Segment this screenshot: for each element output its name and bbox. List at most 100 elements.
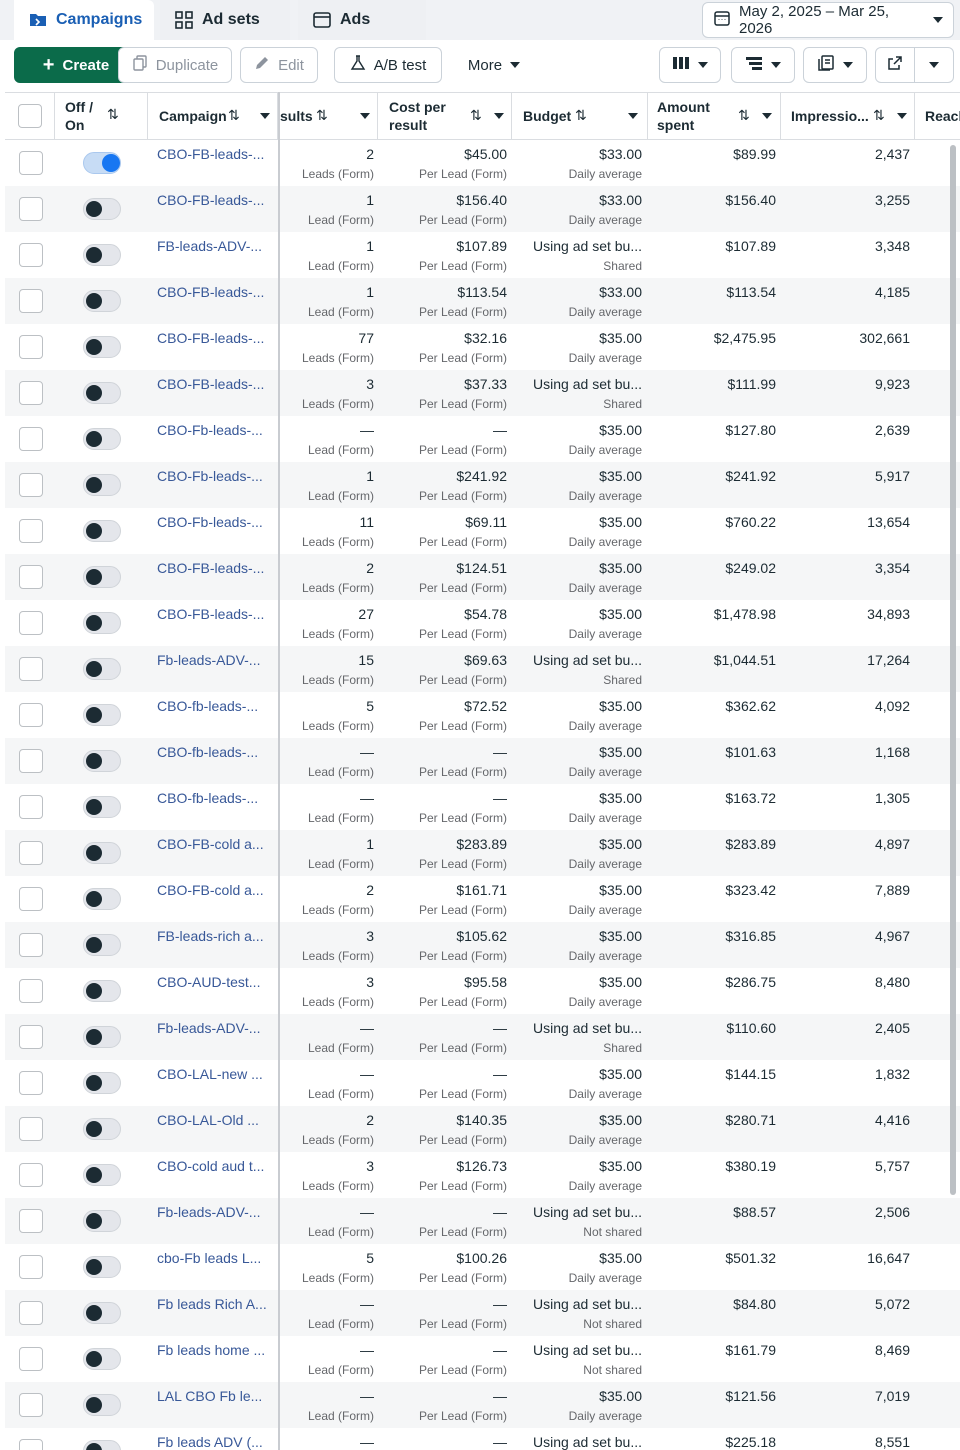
campaign-name-link[interactable]: CBO-FB-cold a...	[157, 882, 264, 898]
row-checkbox[interactable]	[19, 657, 43, 681]
table-row[interactable]: CBO-FB-leads-... 27 Leads (Form) $54.78 Per …	[5, 600, 960, 646]
table-row[interactable]: CBO-FB-leads-... 2 Leads (Form) $124.51 Per …	[5, 554, 960, 600]
campaign-name-link[interactable]: CBO-FB-leads-...	[157, 146, 264, 162]
table-row[interactable]: CBO-fb-leads-... — Lead (Form) — Per Lead (F…	[5, 738, 960, 784]
row-checkbox[interactable]	[19, 243, 43, 267]
table-row[interactable]: FB-leads-rich a... 3 Leads (Form) $105.62 Pe…	[5, 922, 960, 968]
chevron-down-icon[interactable]	[628, 113, 638, 119]
table-row[interactable]: CBO-Fb-leads-... 1 Lead (Form) $241.92 Per L…	[5, 462, 960, 508]
campaign-name-link[interactable]: Fb-leads-ADV-...	[157, 652, 260, 668]
table-row[interactable]: CBO-FB-leads-... 77 Leads (Form) $32.16 Per …	[5, 324, 960, 370]
table-row[interactable]: Fb leads home ... — Lead (Form) — Per Lead (…	[5, 1336, 960, 1382]
campaign-toggle[interactable]	[83, 1026, 121, 1048]
row-checkbox[interactable]	[19, 1255, 43, 1279]
campaign-name-link[interactable]: CBO-FB-cold a...	[157, 836, 264, 852]
campaign-toggle[interactable]	[83, 474, 121, 496]
campaign-name-link[interactable]: Fb leads home ...	[157, 1342, 265, 1358]
vertical-scrollbar[interactable]	[950, 145, 956, 1195]
edit-button[interactable]: Edit	[240, 47, 318, 83]
table-row[interactable]: LAL CBO Fb le... — Lead (Form) — Per Lead (F…	[5, 1382, 960, 1428]
header-impressions[interactable]: Impressio... ⇅	[781, 93, 915, 139]
header-cost-per-result[interactable]: Cost per result ⇅	[378, 93, 512, 139]
table-row[interactable]: Fb leads ADV (...—Lead (Form)—Per Lead (…	[5, 1428, 960, 1450]
campaign-name-link[interactable]: CBO-Fb-leads-...	[157, 422, 263, 438]
row-checkbox[interactable]	[19, 197, 43, 221]
table-row[interactable]: Fb-leads-ADV-... 15 Leads (Form) $69.63 Per …	[5, 646, 960, 692]
campaign-toggle[interactable]	[83, 198, 121, 220]
campaign-name-link[interactable]: Fb-leads-ADV-...	[157, 1020, 260, 1036]
columns-button[interactable]	[659, 47, 721, 83]
campaign-name-link[interactable]: CBO-fb-leads-...	[157, 790, 258, 806]
campaign-toggle[interactable]	[83, 152, 121, 174]
campaign-name-link[interactable]: CBO-cold aud t...	[157, 1158, 264, 1174]
row-checkbox[interactable]	[19, 381, 43, 405]
row-checkbox[interactable]	[19, 427, 43, 451]
campaign-toggle[interactable]	[83, 1302, 121, 1324]
campaign-name-link[interactable]: CBO-LAL-new ...	[157, 1066, 263, 1082]
header-reach[interactable]: Reacl	[915, 93, 960, 139]
campaign-toggle[interactable]	[83, 244, 121, 266]
campaign-toggle[interactable]	[83, 658, 121, 680]
export-dropdown-button[interactable]	[914, 47, 954, 83]
chevron-down-icon[interactable]	[360, 113, 370, 119]
table-row[interactable]: CBO-fb-leads-... — Lead (Form) — Per Lead (F…	[5, 784, 960, 830]
table-row[interactable]: CBO-FB-leads-... 1 Lead (Form) $113.54 Per L…	[5, 278, 960, 324]
header-amount-spent[interactable]: Amount spent ⇅	[648, 93, 781, 139]
row-checkbox[interactable]	[19, 979, 43, 1003]
tab-campaigns[interactable]: Campaigns	[14, 0, 154, 40]
campaign-name-link[interactable]: CBO-Fb-leads-...	[157, 514, 263, 530]
more-button[interactable]: More	[452, 47, 536, 83]
campaign-name-link[interactable]: CBO-fb-leads-...	[157, 698, 258, 714]
table-row[interactable]: cbo-Fb leads L... 5 Leads (Form) $100.26 Per…	[5, 1244, 960, 1290]
campaign-toggle[interactable]	[83, 1256, 121, 1278]
tab-ads[interactable]: Ads	[298, 0, 426, 40]
sort-icon[interactable]: ⇅	[470, 107, 482, 124]
row-checkbox[interactable]	[19, 1301, 43, 1325]
sort-icon[interactable]: ⇅	[738, 107, 750, 124]
campaign-name-link[interactable]: CBO-AUD-test...	[157, 974, 260, 990]
table-row[interactable]: CBO-LAL-new ... — Lead (Form) — Per Lead (Fo…	[5, 1060, 960, 1106]
campaign-name-link[interactable]: CBO-LAL-Old ...	[157, 1112, 259, 1128]
campaign-toggle[interactable]	[83, 612, 121, 634]
campaign-name-link[interactable]: Fb leads Rich A...	[157, 1296, 267, 1312]
campaign-name-link[interactable]: CBO-FB-leads-...	[157, 376, 264, 392]
table-row[interactable]: FB-leads-ADV-... 1 Lead (Form) $107.89 Per L…	[5, 232, 960, 278]
campaign-toggle[interactable]	[83, 1072, 121, 1094]
row-checkbox[interactable]	[19, 887, 43, 911]
row-checkbox[interactable]	[19, 1071, 43, 1095]
campaign-name-link[interactable]: CBO-Fb-leads-...	[157, 468, 263, 484]
campaign-toggle[interactable]	[83, 1210, 121, 1232]
row-checkbox[interactable]	[19, 473, 43, 497]
chevron-down-icon[interactable]	[494, 113, 504, 119]
table-row[interactable]: CBO-fb-leads-... 5 Leads (Form) $72.52 Per L…	[5, 692, 960, 738]
row-checkbox[interactable]	[19, 795, 43, 819]
row-checkbox[interactable]	[19, 519, 43, 543]
table-row[interactable]: CBO-LAL-Old ... 2 Leads (Form) $140.35 Per L…	[5, 1106, 960, 1152]
campaign-toggle[interactable]	[83, 796, 121, 818]
chevron-down-icon[interactable]	[762, 113, 772, 119]
select-all-checkbox[interactable]	[18, 104, 42, 128]
sort-icon[interactable]: ⇅	[316, 107, 328, 124]
campaign-toggle[interactable]	[83, 520, 121, 542]
campaign-toggle[interactable]	[83, 382, 121, 404]
campaign-toggle[interactable]	[83, 1394, 121, 1416]
row-checkbox[interactable]	[19, 335, 43, 359]
campaign-name-link[interactable]: CBO-FB-leads-...	[157, 192, 264, 208]
campaign-toggle[interactable]	[83, 888, 121, 910]
row-checkbox[interactable]	[19, 1439, 43, 1450]
campaign-name-link[interactable]: CBO-fb-leads-...	[157, 744, 258, 760]
chevron-down-icon[interactable]	[260, 113, 270, 119]
sort-icon[interactable]: ⇅	[107, 106, 119, 123]
campaign-name-link[interactable]: FB-leads-rich a...	[157, 928, 264, 944]
tab-ad-sets[interactable]: Ad sets	[160, 0, 290, 40]
row-checkbox[interactable]	[19, 1025, 43, 1049]
table-row[interactable]: CBO-FB-leads-... 2 Leads (Form) $45.00 Per L…	[5, 140, 960, 186]
table-row[interactable]: CBO-FB-leads-... 1 Lead (Form) $156.40 Per L…	[5, 186, 960, 232]
sort-icon[interactable]: ⇅	[575, 107, 587, 124]
table-row[interactable]: Fb-leads-ADV-... — Lead (Form) — Per Lead (F…	[5, 1198, 960, 1244]
table-row[interactable]: CBO-Fb-leads-... 11 Leads (Form) $69.11 Per …	[5, 508, 960, 554]
chevron-down-icon[interactable]	[897, 113, 907, 119]
table-row[interactable]: CBO-Fb-leads-... — Lead (Form) — Per Lead (F…	[5, 416, 960, 462]
sort-icon[interactable]: ⇅	[873, 107, 885, 124]
campaign-name-link[interactable]: CBO-FB-leads-...	[157, 560, 264, 576]
